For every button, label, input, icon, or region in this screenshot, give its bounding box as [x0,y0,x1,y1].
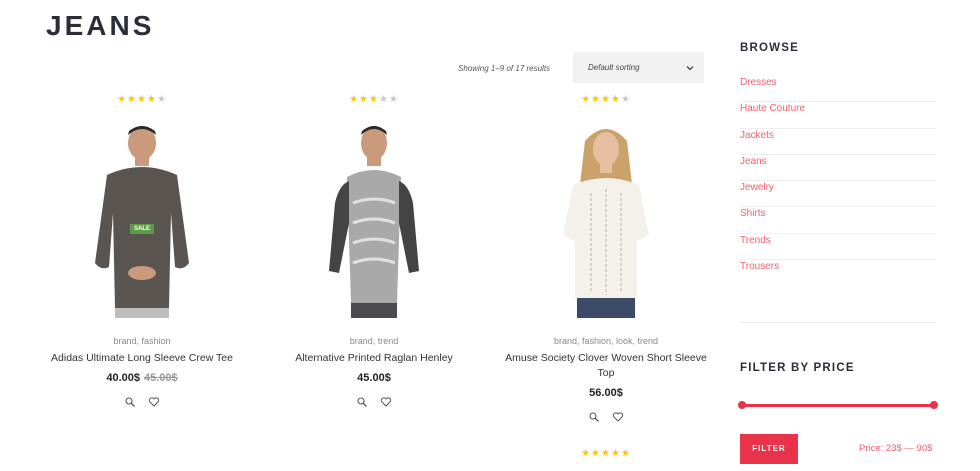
star-icon: ★ [146,94,157,105]
range-max-handle[interactable] [930,401,938,409]
heart-icon[interactable] [612,410,624,422]
product-price: 56.00$ [490,387,722,399]
product-name[interactable]: Alternative Printed Raglan Henley [258,351,490,366]
star-icon: ★ [610,448,621,459]
current-price: 56.00$ [589,387,623,399]
star-icon: ★ [369,94,379,105]
sale-badge: SALE [129,224,155,234]
sort-select[interactable]: Default sorting [573,52,704,83]
product-categories: brand, fashion [113,336,171,346]
sort-selected-label: Default sorting [588,63,640,72]
zoom-icon[interactable] [588,410,600,422]
star-icon: ★ [349,94,360,105]
product-image[interactable] [541,123,671,318]
product-actions [26,395,258,407]
zoom-icon[interactable] [124,395,136,407]
old-price: 45.00$ [144,372,178,384]
star-icon: ★ [137,94,147,105]
category-link[interactable]: Trousers [740,260,936,286]
rating-stars: ★★★★★ [258,94,490,106]
star-icon: ★ [591,94,602,105]
category-link[interactable]: Dresses [740,76,936,103]
sidebar: BROWSE Dresses Haute Couture Jackets Jea… [740,42,936,323]
result-count: Showing 1–9 of 17 results [458,64,551,73]
star-icon: ★ [601,448,611,459]
category-list: Dresses Haute Couture Jackets Jeans Jewe… [740,76,936,286]
page-title: JEANS [46,10,155,41]
star-icon: ★ [620,448,631,459]
heart-icon[interactable] [380,395,392,407]
rating-stars: ★★★★★ [490,94,722,106]
heart-icon[interactable] [148,395,160,407]
category-link[interactable]: Jewelry [740,181,936,208]
price-range-label: Price: 23$ — 90$ [859,443,933,454]
star-icon: ★ [156,94,167,105]
category-link[interactable]: Haute Couture [740,102,936,129]
browse-heading: BROWSE [740,42,799,54]
current-price: 45.00$ [357,372,391,384]
rating-stars: ★★★★★ [490,448,722,460]
star-icon: ★ [581,448,592,459]
product-image[interactable] [309,123,439,318]
product-name[interactable]: Amuse Society Clover Woven Short Sleeve … [490,351,722,381]
star-icon: ★ [378,94,389,105]
product-actions [490,410,722,422]
product-actions [258,395,490,407]
product-name[interactable]: Adidas Ultimate Long Sleeve Crew Tee [26,351,258,366]
product-card: ★★★★★ brand, trend Alternative Printed R… [258,94,490,407]
current-price: 40.00$ [106,372,140,384]
chevron-down-icon [686,66,694,71]
range-min-handle[interactable] [738,401,746,409]
product-card: ★★★★★ brand, fashion, look, trend Amuse … [490,94,722,422]
price-range-slider[interactable] [738,401,938,409]
rating-stars: ★★★★★ [26,94,258,106]
star-icon: ★ [388,94,399,105]
category-link[interactable]: Jackets [740,129,936,155]
star-icon: ★ [359,94,370,105]
filter-button[interactable]: FILTER [740,434,798,464]
product-image[interactable] [77,123,207,318]
zoom-icon[interactable] [356,395,368,407]
category-link[interactable]: Jeans [740,155,936,182]
product-categories: brand, fashion, look, trend [553,336,659,346]
product-price: 45.00$ [258,372,490,384]
category-link[interactable]: Shirts [740,207,936,234]
product-categories: brand, trend [349,336,399,346]
star-icon: ★ [610,94,621,105]
star-icon: ★ [591,448,602,459]
star-icon: ★ [620,94,631,105]
sidebar-divider [740,322,936,323]
category-link[interactable]: Trends [740,234,936,261]
filter-heading: FILTER BY PRICE [740,362,855,374]
star-icon: ★ [127,94,138,105]
range-track [740,403,936,407]
star-icon: ★ [601,94,611,105]
star-icon: ★ [581,94,592,105]
star-icon: ★ [117,94,128,105]
product-price: 40.00$ 45.00$ [26,372,258,384]
product-card: ★★★★★ brand, fashion Adidas Ultimate Lon… [26,94,258,407]
